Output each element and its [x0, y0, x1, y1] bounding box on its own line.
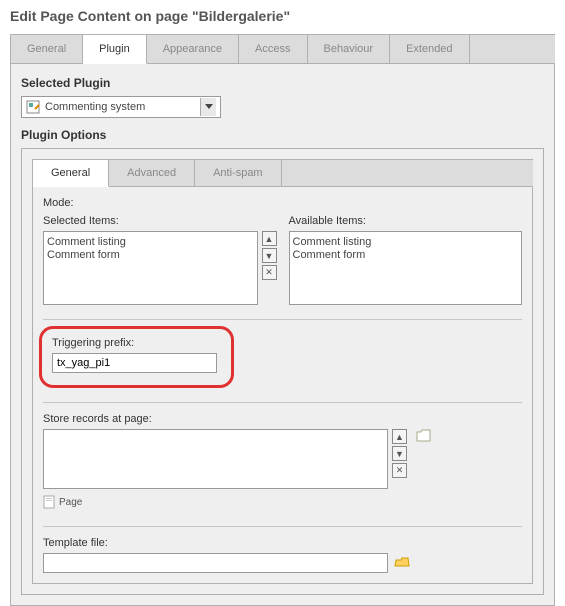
triggering-prefix-input[interactable]: [52, 353, 217, 373]
template-file-label: Template file:: [43, 537, 522, 549]
page-icon: [43, 495, 55, 509]
main-tabstrip: General Plugin Appearance Access Behavio…: [10, 34, 555, 64]
browse-file-icon[interactable]: [394, 556, 410, 570]
page-link-label: Page: [59, 497, 82, 508]
chevron-down-icon: [200, 98, 216, 116]
arrow-down-icon: ▼: [265, 251, 274, 261]
selected-items-label: Selected Items:: [43, 215, 277, 227]
folder-icon[interactable]: [416, 429, 431, 442]
options-tab-antispam[interactable]: Anti-spam: [195, 160, 282, 187]
move-down-button[interactable]: ▼: [262, 248, 277, 263]
available-items-listbox[interactable]: Comment listing Comment form: [289, 231, 523, 305]
tab-plugin[interactable]: Plugin: [83, 35, 147, 64]
page-title: Edit Page Content on page "Bildergalerie…: [0, 0, 565, 34]
plugin-icon: [26, 100, 40, 114]
mode-label: Mode:: [43, 197, 522, 209]
close-icon: ✕: [396, 465, 404, 476]
remove-button[interactable]: ✕: [392, 463, 407, 478]
options-tab-general[interactable]: General: [33, 160, 109, 187]
available-items-label: Available Items:: [289, 215, 523, 227]
tab-behaviour[interactable]: Behaviour: [308, 35, 391, 64]
divider: [43, 319, 522, 320]
selected-items-listbox[interactable]: Comment listing Comment form: [43, 231, 258, 305]
page-browse-link[interactable]: Page: [43, 495, 82, 509]
tab-extended[interactable]: Extended: [390, 35, 469, 64]
options-general-panel: Mode: Selected Items: Comment listing Co…: [32, 187, 533, 584]
plugin-options-heading: Plugin Options: [21, 128, 544, 142]
move-down-button[interactable]: ▼: [392, 446, 407, 461]
list-item[interactable]: Comment listing: [47, 236, 254, 248]
arrow-up-icon: ▲: [395, 432, 404, 442]
plugin-select-value: Commenting system: [45, 101, 145, 113]
close-icon: ✕: [265, 267, 273, 278]
divider: [43, 402, 522, 403]
options-tabstrip: General Advanced Anti-spam: [32, 159, 533, 187]
template-file-input[interactable]: [43, 553, 388, 573]
triggering-prefix-highlight: Triggering prefix:: [39, 326, 234, 388]
list-item[interactable]: Comment form: [47, 249, 254, 261]
tab-access[interactable]: Access: [239, 35, 307, 64]
plugin-options-box: General Advanced Anti-spam Mode: Selecte…: [21, 148, 544, 595]
store-records-label: Store records at page:: [43, 413, 522, 425]
remove-button[interactable]: ✕: [262, 265, 277, 280]
tab-general[interactable]: General: [11, 35, 83, 64]
move-up-button[interactable]: ▲: [392, 429, 407, 444]
list-item[interactable]: Comment listing: [293, 236, 519, 248]
selected-plugin-heading: Selected Plugin: [21, 76, 544, 90]
tab-appearance[interactable]: Appearance: [147, 35, 239, 64]
move-up-button[interactable]: ▲: [262, 231, 277, 246]
arrow-up-icon: ▲: [265, 234, 274, 244]
options-tab-advanced[interactable]: Advanced: [109, 160, 195, 187]
list-item[interactable]: Comment form: [293, 249, 519, 261]
divider: [43, 526, 522, 527]
store-records-listbox[interactable]: [43, 429, 388, 489]
plugin-select[interactable]: Commenting system: [21, 96, 221, 118]
arrow-down-icon: ▼: [395, 449, 404, 459]
triggering-prefix-label: Triggering prefix:: [52, 337, 221, 349]
plugin-panel: Selected Plugin Commenting system Plugin…: [10, 64, 555, 606]
